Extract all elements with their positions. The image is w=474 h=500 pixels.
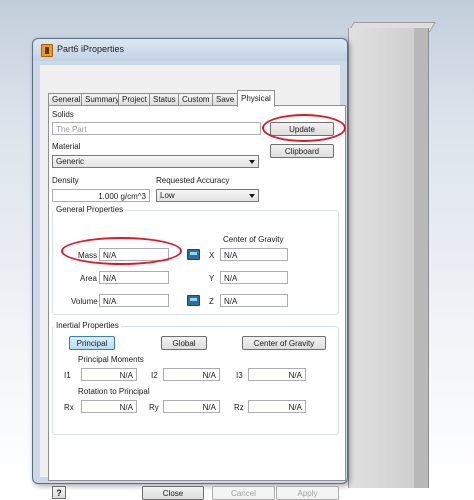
x-field[interactable]: N/A	[220, 248, 288, 261]
accuracy-label: Requested Accuracy	[156, 176, 230, 185]
ry-field[interactable]: N/A	[163, 400, 220, 413]
global-button[interactable]: Global	[161, 336, 207, 350]
area-field[interactable]: N/A	[99, 271, 169, 284]
volume-field[interactable]: N/A	[99, 294, 169, 307]
material-select[interactable]: Generic	[52, 155, 259, 168]
update-button[interactable]: Update	[270, 122, 334, 136]
inertial-properties-title: Inertial Properties	[54, 321, 121, 330]
physical-tab-page: Solids The Part Update Material Generic …	[48, 105, 346, 481]
chevron-down-icon	[249, 160, 255, 164]
volume-label: Volume	[71, 297, 98, 306]
material-label: Material	[52, 142, 81, 151]
i2-label: I2	[151, 371, 158, 380]
chevron-down-icon	[249, 194, 255, 198]
close-button[interactable]: Close	[142, 486, 204, 500]
app-icon	[41, 44, 53, 57]
mass-label: Mass	[78, 251, 98, 260]
y-label: Y	[209, 274, 215, 283]
material-value: Generic	[56, 157, 85, 166]
z-field[interactable]: N/A	[220, 294, 288, 307]
center-of-gravity-button[interactable]: Center of Gravity	[242, 336, 326, 350]
z-label: Z	[209, 297, 214, 306]
density-field[interactable]: 1.000 g/cm^3	[52, 189, 150, 202]
rx-label: Rx	[64, 403, 74, 412]
accuracy-select[interactable]: Low	[156, 189, 259, 202]
tab-physical[interactable]: Physical	[237, 90, 275, 107]
dialog-body: General Summary Project Status Custom Sa…	[40, 65, 346, 500]
x-label: X	[209, 251, 215, 260]
part-plate-front	[348, 28, 416, 488]
i3-label: I3	[236, 371, 243, 380]
apply-button[interactable]: Apply	[276, 486, 339, 500]
rotation-to-principal-label: Rotation to Principal	[78, 387, 150, 396]
center-of-gravity-label: Center of Gravity	[223, 235, 284, 244]
window-title: Part6 iProperties	[57, 44, 125, 54]
part-plate-side	[414, 28, 429, 488]
rz-field[interactable]: N/A	[248, 400, 306, 413]
calculator-icon[interactable]	[187, 249, 200, 260]
accuracy-value: Low	[160, 191, 175, 200]
calculator-icon[interactable]	[187, 295, 200, 306]
principal-button[interactable]: Principal	[69, 336, 115, 350]
i1-label: I1	[64, 371, 71, 380]
area-label: Area	[80, 274, 97, 283]
ry-label: Ry	[149, 403, 159, 412]
title-bar[interactable]: Part6 iProperties	[33, 39, 347, 61]
clipboard-button[interactable]: Clipboard	[270, 144, 334, 158]
i1-field[interactable]: N/A	[81, 368, 137, 381]
rz-label: Rz	[234, 403, 244, 412]
solids-field[interactable]: The Part	[52, 122, 261, 135]
i3-field[interactable]: N/A	[248, 368, 306, 381]
iproperties-dialog: Part6 iProperties General Summary Projec…	[32, 38, 348, 500]
mass-field[interactable]: N/A	[99, 248, 169, 261]
rx-field[interactable]: N/A	[81, 400, 137, 413]
principal-moments-label: Principal Moments	[78, 355, 144, 364]
general-properties-title: General Properties	[54, 205, 126, 214]
density-label: Density	[52, 176, 79, 185]
y-field[interactable]: N/A	[220, 271, 288, 284]
solids-label: Solids	[52, 110, 74, 119]
help-icon[interactable]: ?	[52, 486, 66, 499]
i2-field[interactable]: N/A	[163, 368, 220, 381]
cancel-button[interactable]: Cancel	[212, 486, 275, 500]
